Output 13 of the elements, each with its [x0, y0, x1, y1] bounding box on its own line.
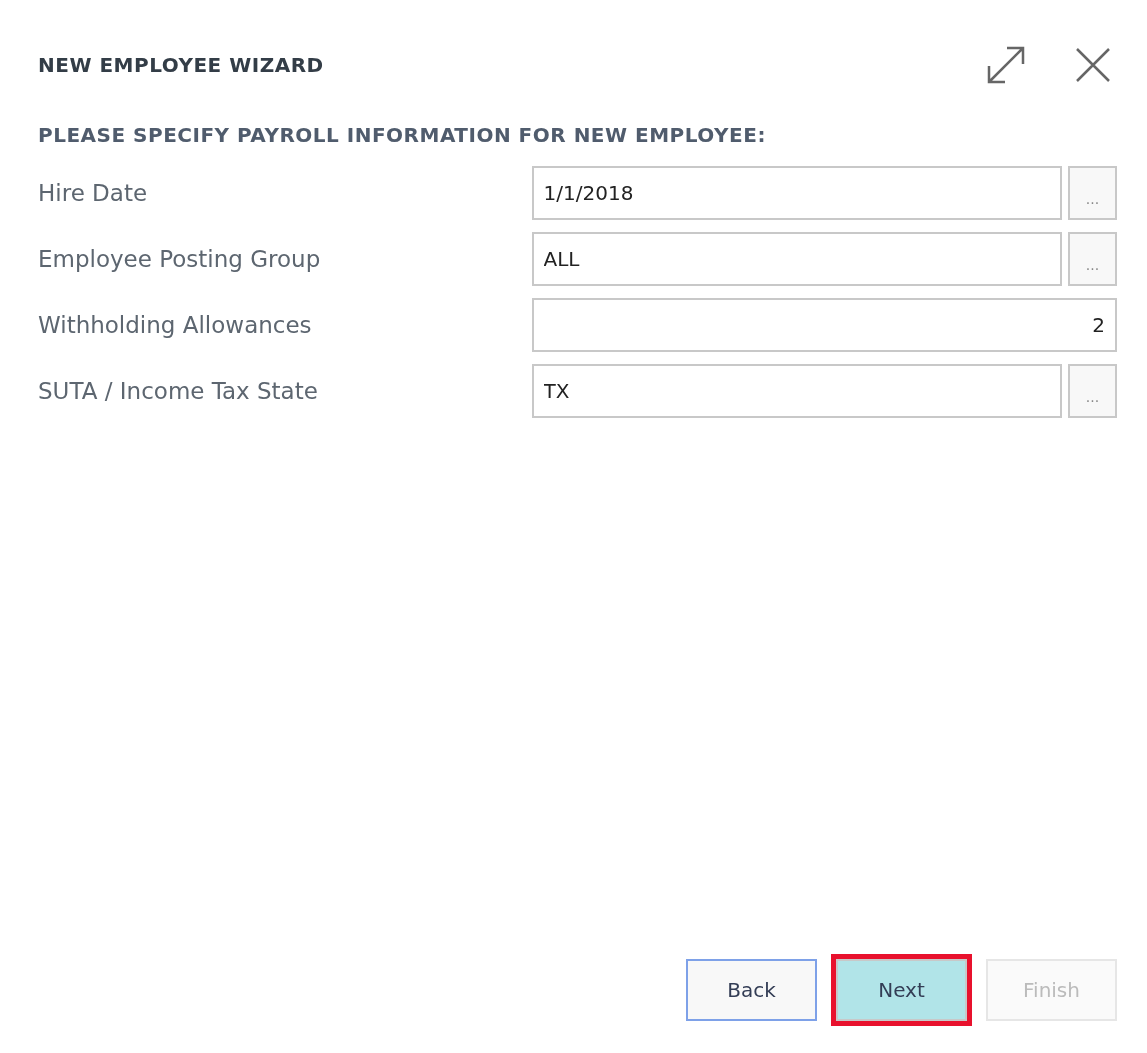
- wizard-button[interactable]: Back: [686, 959, 817, 1021]
- input-field[interactable]: ALL: [531, 232, 1063, 286]
- input-field[interactable]: 2: [531, 298, 1117, 352]
- section-heading: PLEASE SPECIFY PAYROLL INFORMATION FOR NEW EMPLOYEE:: [38, 122, 767, 149]
- expand-icon[interactable]: [985, 44, 1027, 86]
- input-field[interactable]: 1/1/2018: [531, 166, 1063, 220]
- window-title: NEW EMPLOYEE WIZARD: [38, 52, 324, 79]
- field-label: SUTA / Income Tax State: [38, 376, 319, 406]
- close-icon[interactable]: [1075, 47, 1111, 83]
- field-label: Withholding Allowances: [38, 310, 313, 340]
- input-field[interactable]: TX: [531, 364, 1063, 418]
- field-label: Hire Date: [38, 178, 149, 208]
- field-label: Employee Posting Group: [38, 244, 322, 274]
